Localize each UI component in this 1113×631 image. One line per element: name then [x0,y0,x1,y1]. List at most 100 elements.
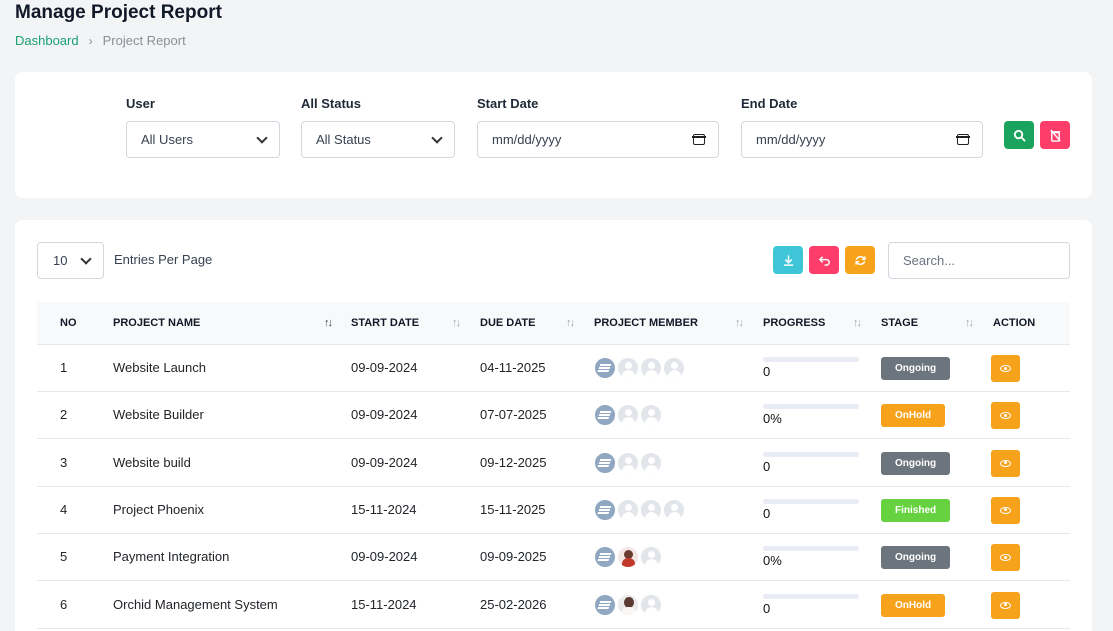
user-placeholder-avatar[interactable] [640,404,662,427]
project-name: Project Phoenix [113,501,205,517]
project-name: Payment Integration [113,549,230,565]
start-date-label: Start Date [477,96,539,111]
header-progress[interactable]: PROGRESS [763,302,825,345]
end-date-input[interactable]: mm/dd/yyyy [741,121,983,158]
eye-icon [1000,365,1011,372]
project-name: Website build [113,454,191,470]
company-logo-avatar[interactable] [594,404,616,427]
user-placeholder-avatar[interactable] [663,498,685,521]
breadcrumb-current: Project Report [102,33,186,48]
due-date: 09-12-2025 [480,454,547,470]
sort-icon[interactable]: ↑↓ [566,302,575,345]
sort-icon[interactable]: ↑↓ [965,302,974,345]
calendar-icon[interactable] [956,134,970,145]
project-name: Website Builder [113,407,204,423]
view-button[interactable] [991,402,1020,430]
row-number: 4 [60,501,68,517]
project-members [594,546,663,569]
back-button[interactable] [809,246,839,274]
view-button[interactable] [991,449,1020,477]
stage-badge: Ongoing [881,546,951,570]
refresh-icon [854,255,866,265]
start-date-value: mm/dd/yyyy [492,132,562,147]
view-button[interactable] [991,591,1020,619]
user-filter-select[interactable]: All Users [126,121,280,158]
view-button[interactable] [991,355,1020,382]
entries-per-page-select[interactable]: 10 [37,242,104,279]
user-placeholder-avatar[interactable] [640,357,662,379]
eye-icon [1000,601,1011,609]
company-logo-avatar[interactable] [594,593,616,616]
view-button[interactable] [991,496,1020,524]
refresh-button[interactable] [845,246,875,274]
start-date-input[interactable]: mm/dd/yyyy [477,121,719,158]
company-logo-avatar[interactable] [594,451,616,474]
header-action: ACTION [993,317,1036,329]
page-title: Manage Project Report [15,2,222,23]
sort-icon[interactable]: ↑↓ [735,302,744,345]
header-start-date[interactable]: START DATE [351,302,419,345]
due-date: 25-02-2026 [480,596,547,612]
search-button[interactable] [1004,121,1034,149]
user-placeholder-avatar[interactable] [617,451,639,474]
project-members [594,451,663,474]
user-placeholder-avatar[interactable] [617,498,639,521]
end-date-label: End Date [741,96,798,111]
company-logo-avatar[interactable] [594,357,616,379]
breadcrumb-dashboard-link[interactable]: Dashboard [15,33,79,48]
user-filter-value: All Users [141,132,194,147]
eye-icon [1000,412,1011,420]
table-header: NO PROJECT NAME ↑↓ START DATE ↑↓ DUE DAT… [37,302,1070,345]
due-date: 09-09-2025 [480,549,547,565]
end-date-value: mm/dd/yyyy [756,132,826,147]
filter-off-icon [1049,128,1061,142]
due-date: 04-11-2025 [480,360,546,375]
export-button[interactable] [773,246,803,274]
header-project-name[interactable]: PROJECT NAME [113,302,200,345]
calendar-icon[interactable] [692,134,706,145]
status-filter-select[interactable]: All Status [301,121,455,158]
download-icon [783,254,793,266]
user-placeholder-avatar[interactable] [663,357,685,379]
start-date: 09-09-2024 [351,407,418,423]
header-project-member[interactable]: PROJECT MEMBER [594,302,698,345]
eye-icon [1000,506,1011,514]
company-logo-avatar[interactable] [594,498,616,521]
table-search-input[interactable] [888,242,1070,279]
chevron-down-icon [256,131,268,144]
user-placeholder-avatar[interactable] [617,404,639,427]
user-placeholder-avatar[interactable] [640,546,662,569]
header-due-date[interactable]: DUE DATE [480,302,535,345]
header-stage[interactable]: STAGE [881,302,918,345]
due-date: 15-11-2025 [480,501,546,517]
progress-value: 0 [763,458,771,474]
view-button[interactable] [991,544,1020,572]
project-name: Orchid Management System [113,596,278,612]
sort-icon[interactable]: ↑↓ [452,302,461,345]
progress-value: 0% [763,553,782,569]
filter-card: User All Users All Status All Status Sta… [15,72,1092,198]
eye-icon [1000,459,1011,467]
user-placeholder-avatar[interactable] [640,451,662,474]
user-placeholder-avatar[interactable] [640,498,662,521]
user-placeholder-avatar[interactable] [640,593,662,616]
clear-filters-button[interactable] [1040,121,1070,149]
user-photo-avatar[interactable] [617,593,639,616]
project-members [594,498,686,521]
eye-icon [1000,554,1011,562]
progress-bar [763,357,859,362]
user-photo-avatar[interactable] [617,546,639,569]
row-number: 1 [60,360,68,375]
progress-bar [763,546,859,552]
sort-icon[interactable]: ↑↓ [324,302,333,345]
project-members [594,593,663,616]
user-placeholder-avatar[interactable] [617,357,639,379]
table-card: 10 Entries Per Page NO PROJECT NAME ↑↓ S… [15,220,1092,631]
stage-badge: OnHold [881,593,946,617]
table-row: 5 Payment Integration 09-09-2024 09-09-2025… [37,534,1070,582]
chevron-right-icon: › [88,33,93,48]
progress-bar [763,451,859,457]
company-logo-avatar[interactable] [594,546,616,569]
sort-icon[interactable]: ↑↓ [853,302,862,345]
stage-badge: Ongoing [881,357,951,380]
